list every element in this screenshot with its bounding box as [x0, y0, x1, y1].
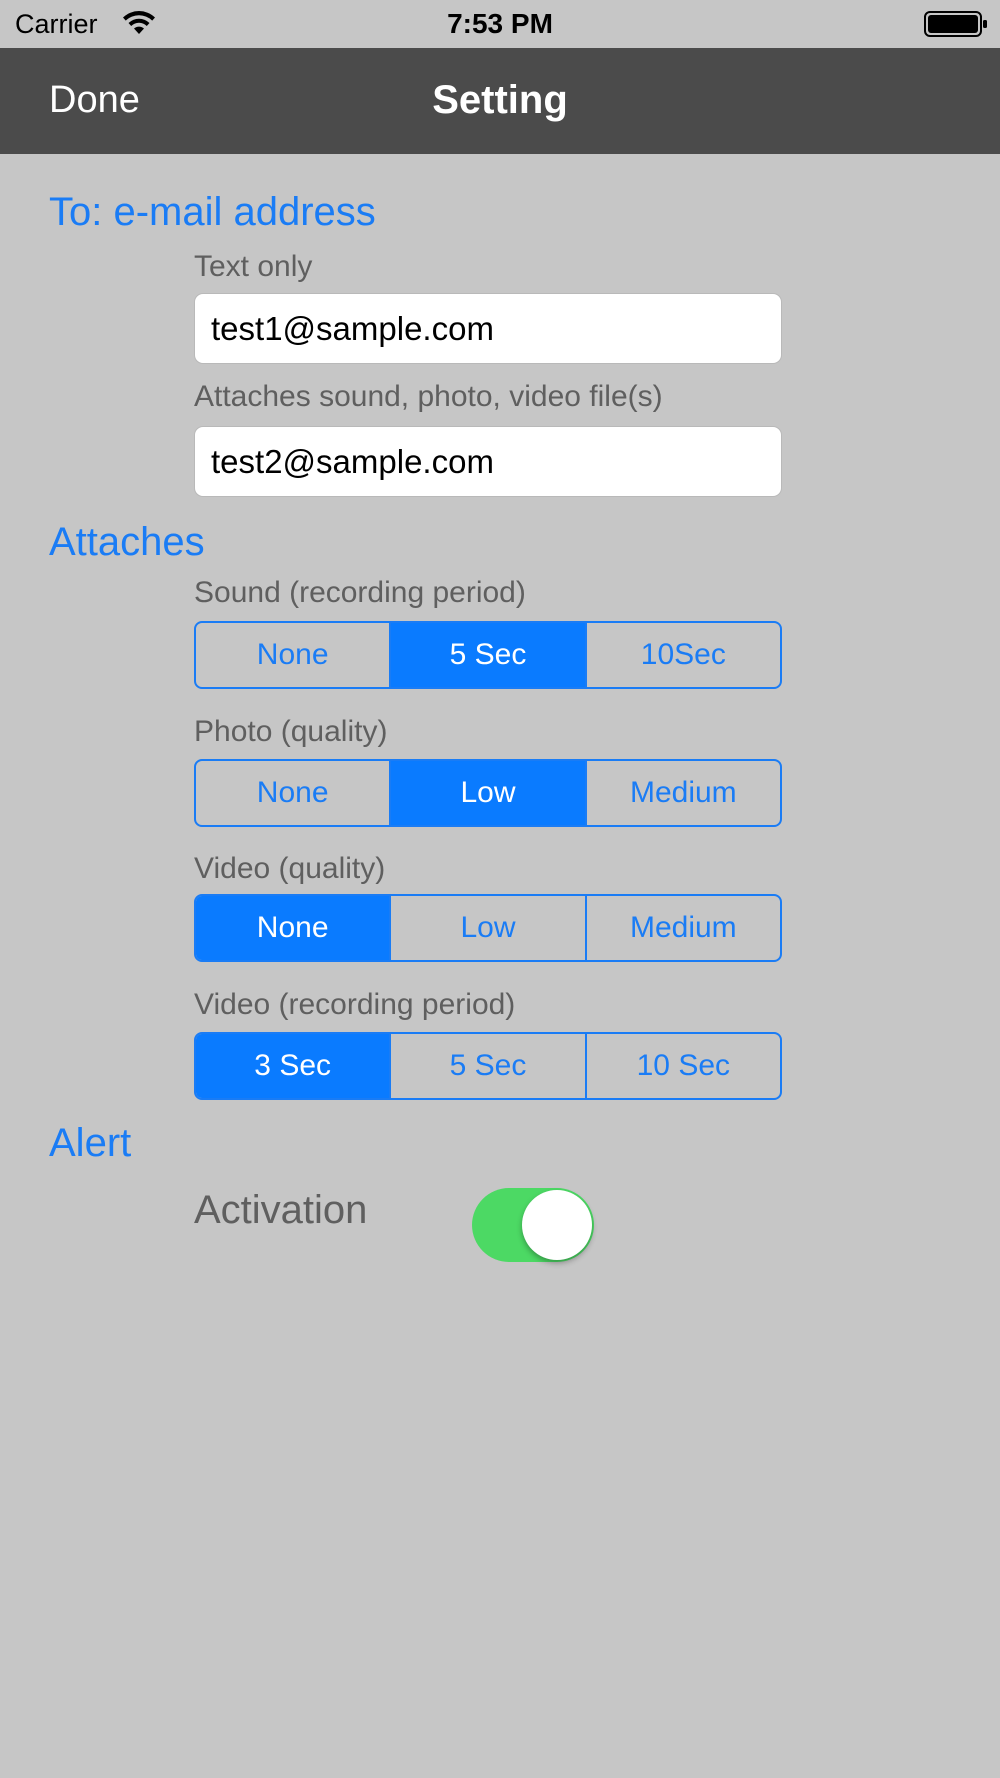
- attaches-email-label: Attaches sound, photo, video file(s): [194, 380, 663, 413]
- sound-segment-10-sec[interactable]: 10Sec: [587, 623, 780, 687]
- video-period-label: Video (recording period): [194, 988, 516, 1021]
- sound-segment-5-sec[interactable]: 5 Sec: [391, 623, 587, 687]
- photo-segment-medium[interactable]: Medium: [587, 761, 780, 825]
- navigation-bar: Done Setting: [0, 48, 1000, 154]
- video-quality-segment-low[interactable]: Low: [391, 896, 587, 960]
- toggle-knob: [522, 1190, 592, 1260]
- video-quality-segment-none[interactable]: None: [196, 896, 392, 960]
- attaches-section-header: Attaches: [49, 520, 205, 564]
- photo-segmented-control: None Low Medium: [194, 759, 782, 827]
- video-period-segment-3-sec[interactable]: 3 Sec: [196, 1034, 392, 1098]
- page-title: Setting: [432, 78, 568, 122]
- alert-section-header: Alert: [49, 1121, 132, 1165]
- video-period-segmented-control: 3 Sec 5 Sec 10 Sec: [194, 1032, 782, 1100]
- sound-segment-none[interactable]: None: [196, 623, 392, 687]
- text-only-label: Text only: [194, 250, 313, 283]
- video-period-segment-5-sec[interactable]: 5 Sec: [391, 1034, 587, 1098]
- photo-segment-low[interactable]: Low: [391, 761, 587, 825]
- photo-segment-none[interactable]: None: [196, 761, 392, 825]
- photo-label: Photo (quality): [194, 715, 388, 748]
- activation-label: Activation: [194, 1188, 368, 1232]
- status-bar: Carrier 7:53 PM: [0, 0, 1000, 48]
- video-quality-segment-medium[interactable]: Medium: [587, 896, 780, 960]
- attaches-email-input[interactable]: [194, 426, 782, 497]
- sound-label: Sound (recording period): [194, 576, 526, 609]
- video-quality-segmented-control: None Low Medium: [194, 894, 782, 962]
- video-period-segment-10-sec[interactable]: 10 Sec: [587, 1034, 780, 1098]
- text-only-email-input[interactable]: [194, 293, 782, 364]
- battery-icon: [924, 10, 988, 38]
- activation-toggle[interactable]: [472, 1188, 594, 1262]
- clock: 7:53 PM: [447, 8, 553, 39]
- video-quality-label: Video (quality): [194, 852, 386, 885]
- sound-segmented-control: None 5 Sec 10Sec: [194, 621, 782, 689]
- email-section-header: To: e-mail address: [49, 190, 376, 234]
